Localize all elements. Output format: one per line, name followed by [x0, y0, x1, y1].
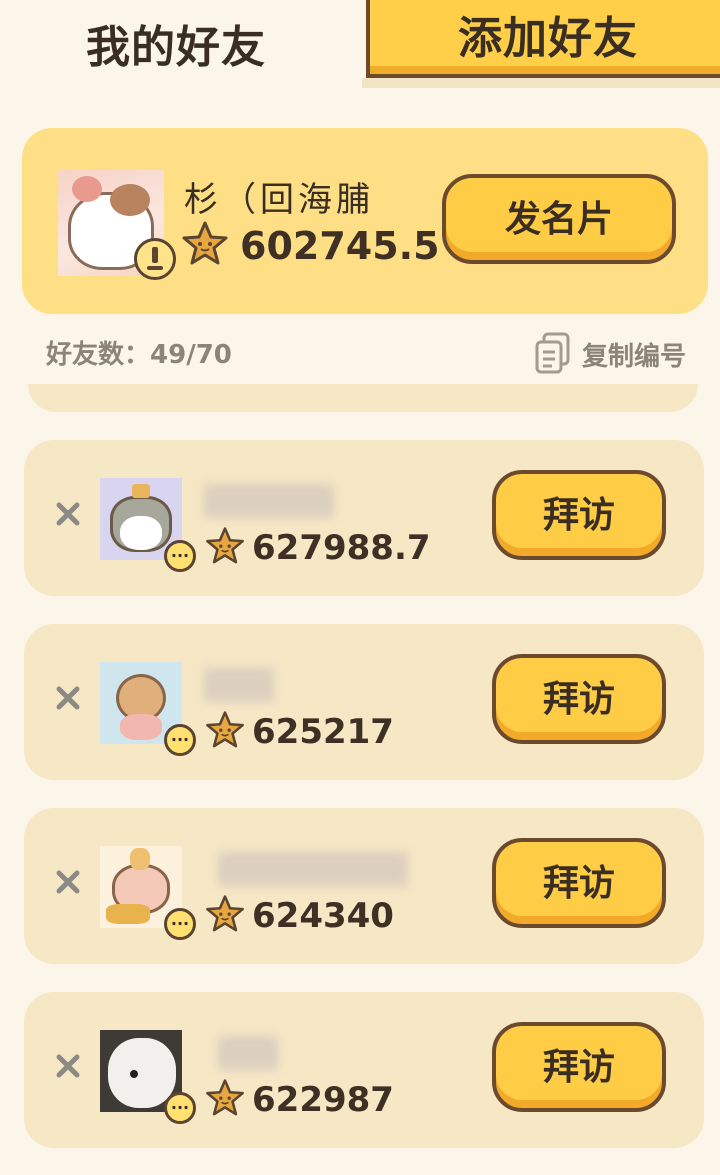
- friend-row: ··· 622987 拜访: [24, 992, 704, 1148]
- friend-row: ··· 627988.7 拜访: [24, 440, 704, 596]
- star-icon: [182, 221, 228, 265]
- friend-name-blurred: [218, 852, 408, 886]
- my-nickname: 杉（回海脯: [184, 180, 374, 220]
- remove-friend-icon[interactable]: [54, 684, 82, 712]
- friend-more-icon[interactable]: ···: [164, 540, 196, 572]
- list-item-partial: [28, 384, 698, 412]
- tab-bar: 添加好友 我的好友: [0, 0, 720, 92]
- friend-more-icon[interactable]: ···: [164, 724, 196, 756]
- tab-divider: [362, 78, 720, 88]
- friend-count-label: 好友数：: [46, 340, 151, 370]
- star-icon: [206, 527, 244, 564]
- tab-my-friends[interactable]: 我的好友: [0, 0, 362, 92]
- share-card-button[interactable]: 发名片: [442, 174, 676, 264]
- friend-score: 622987: [252, 1080, 394, 1120]
- friend-name-blurred: [204, 668, 274, 702]
- friend-count-value: 49/70: [150, 340, 232, 370]
- friend-more-icon[interactable]: ···: [164, 908, 196, 940]
- visit-button[interactable]: 拜访: [492, 654, 666, 744]
- remove-friend-icon[interactable]: [54, 500, 82, 528]
- friend-score: 624340: [252, 896, 394, 936]
- star-icon: [206, 711, 244, 748]
- tab-my-friends-label: 我的好友: [86, 22, 266, 73]
- visit-button[interactable]: 拜访: [492, 470, 666, 560]
- friend-name-blurred: [218, 1036, 278, 1070]
- visit-button[interactable]: 拜访: [492, 1022, 666, 1112]
- friend-score: 625217: [252, 712, 394, 752]
- visit-button[interactable]: 拜访: [492, 838, 666, 928]
- friend-row: ··· 625217 拜访: [24, 624, 704, 780]
- remove-friend-icon[interactable]: [54, 868, 82, 896]
- star-icon: [206, 1079, 244, 1116]
- friend-more-icon[interactable]: ···: [164, 1092, 196, 1124]
- friend-score: 627988.7: [252, 528, 431, 568]
- avatar-cat-patch: [110, 184, 150, 216]
- copy-icon: [535, 332, 570, 374]
- avatar-flower: [72, 176, 102, 202]
- tab-add-friend-label: 添加好友: [458, 13, 638, 64]
- tab-add-friend[interactable]: 添加好友: [366, 0, 720, 78]
- star-icon: [206, 895, 244, 932]
- my-profile-card: 杉（回海脯 602745.5 发名片: [22, 128, 708, 314]
- my-score: 602745.5: [240, 224, 440, 268]
- friend-row: ··· 624340 拜访: [24, 808, 704, 964]
- remove-friend-icon[interactable]: [54, 1052, 82, 1080]
- copy-id-label: 复制编号: [581, 341, 686, 372]
- edit-profile-icon[interactable]: [134, 238, 176, 280]
- friend-count: 好友数：49/70: [46, 334, 232, 371]
- friend-name-blurred: [204, 484, 334, 518]
- copy-id-button[interactable]: 复制编号: [534, 332, 686, 376]
